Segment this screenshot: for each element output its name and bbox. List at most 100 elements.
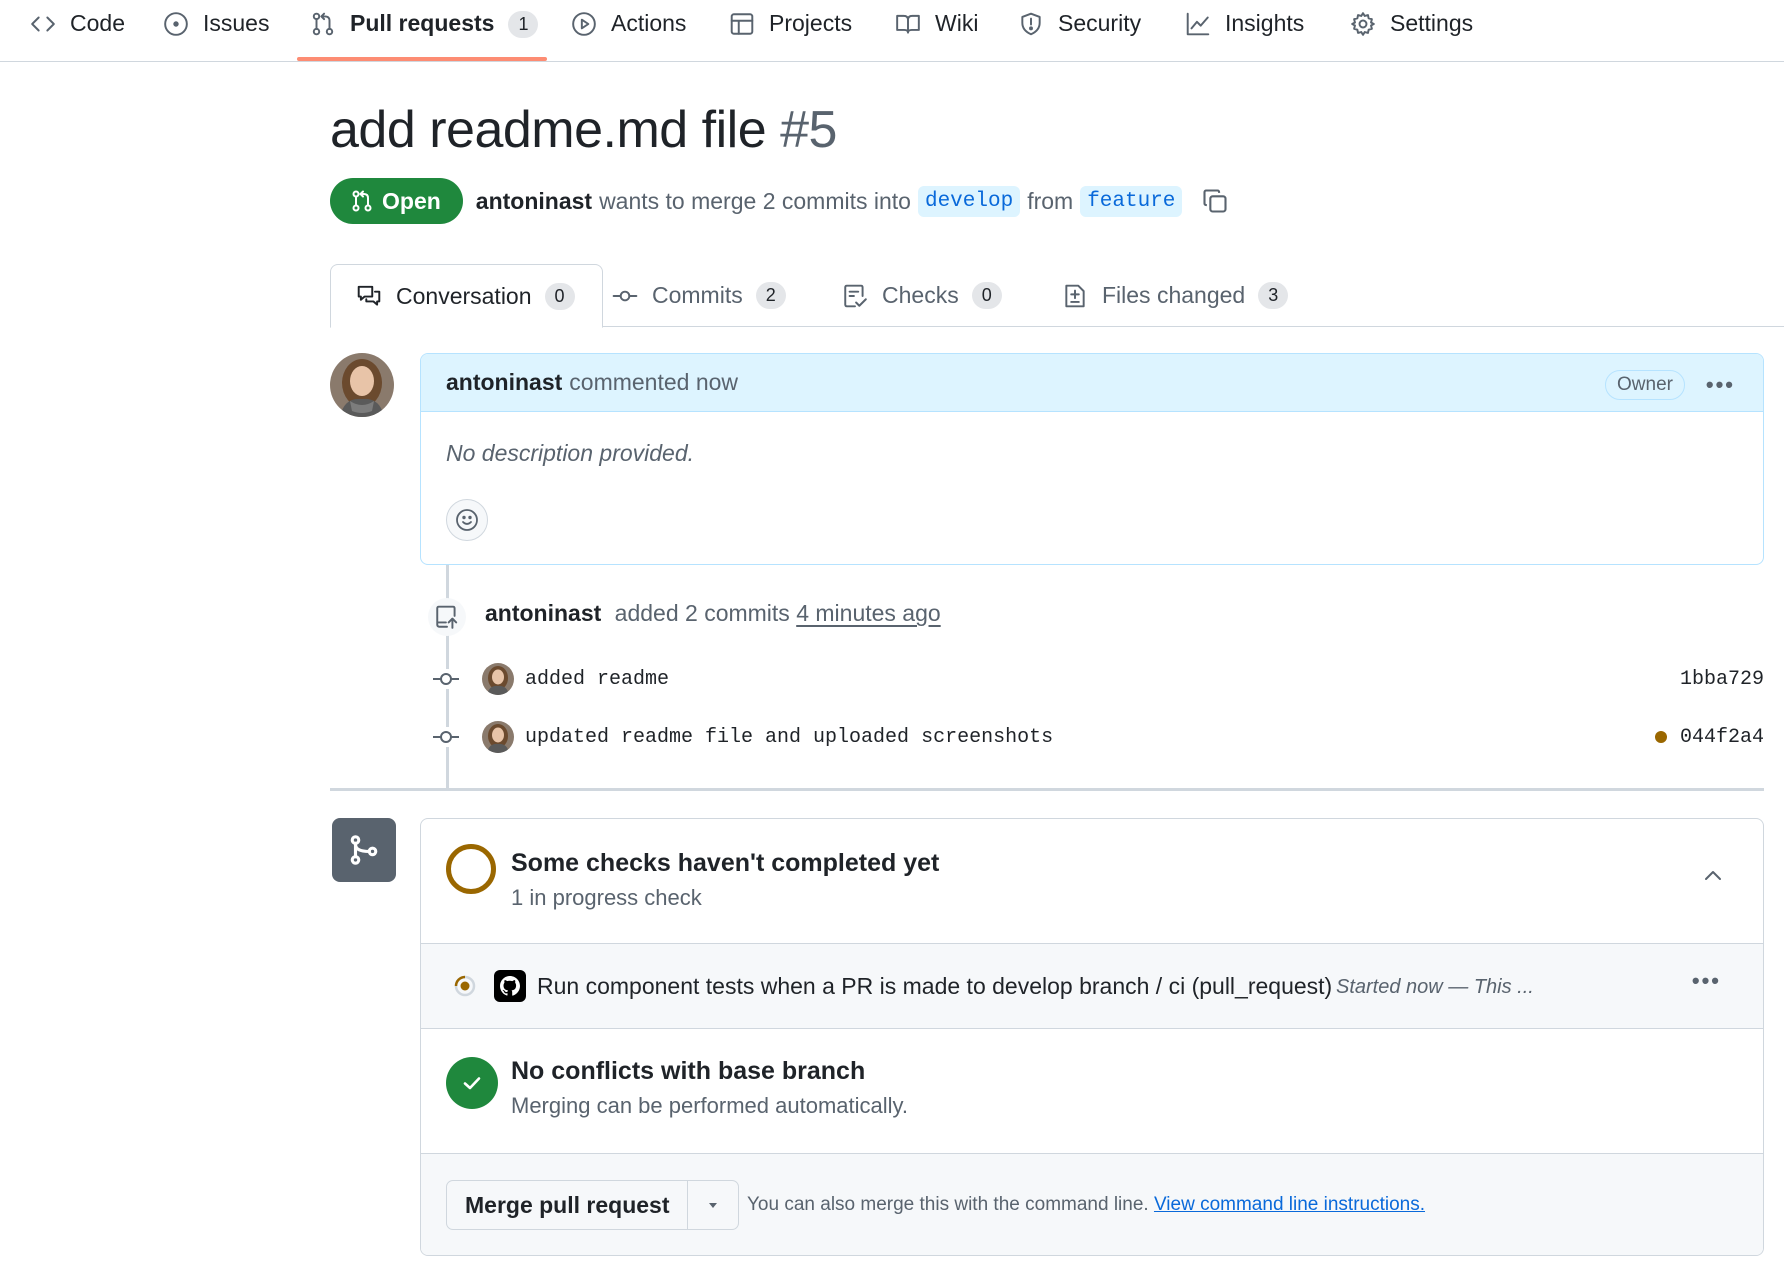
copy-icon[interactable]: [1201, 187, 1229, 215]
tab-checks-label: Checks: [882, 282, 959, 308]
commit-sha-link[interactable]: 1bba729: [1680, 668, 1764, 691]
nav-projects[interactable]: Projects: [729, 0, 852, 62]
avatar[interactable]: [482, 721, 514, 753]
comment-author-link[interactable]: antoninast: [446, 369, 562, 396]
nav-code-label: Code: [70, 10, 125, 36]
commit-message-link[interactable]: added readme: [525, 668, 669, 691]
table-icon: [730, 13, 754, 35]
event-time-link[interactable]: 4 minutes ago: [796, 600, 940, 626]
avatar[interactable]: [482, 663, 514, 695]
chevron-up-icon[interactable]: [1701, 864, 1725, 888]
cli-hint: You can also merge this with the command…: [747, 1194, 1425, 1216]
nav-projects-label: Projects: [769, 10, 853, 36]
merge-method-dropdown[interactable]: [688, 1181, 738, 1229]
commit-icon: [430, 669, 462, 689]
smiley-icon: [456, 509, 478, 531]
event-action: added 2 commits: [614, 600, 790, 626]
conflicts-summary: No conflicts with base branch Merging ca…: [421, 1029, 1763, 1154]
tab-files-changed[interactable]: Files changed 3: [1062, 264, 1289, 327]
commit-row: updated readme file and uploaded screens…: [430, 718, 1764, 756]
git-merge-icon: [350, 835, 378, 865]
nav-issues-label: Issues: [203, 10, 270, 36]
commit-row: added readme 1bba729: [430, 660, 1764, 698]
tab-conversation-count: 0: [544, 282, 575, 310]
owner-badge: Owner: [1605, 370, 1685, 400]
head-branch[interactable]: feature: [1080, 185, 1183, 217]
tab-commits-count: 2: [755, 282, 786, 309]
check-run-status: Started now — This ...: [1336, 976, 1534, 998]
status-badge: Open: [330, 178, 463, 224]
tab-conversation[interactable]: Conversation 0: [330, 264, 603, 328]
github-logo-icon: [494, 970, 526, 1002]
pull-requests-count: 1: [508, 11, 539, 38]
nav-actions[interactable]: Actions: [571, 0, 686, 62]
nav-wiki[interactable]: Wiki: [895, 0, 978, 62]
commit-message-link[interactable]: updated readme file and uploaded screens…: [525, 726, 1053, 749]
nav-security-label: Security: [1058, 10, 1142, 36]
nav-pull-requests[interactable]: Pull requests 1: [310, 0, 539, 62]
add-reaction-button[interactable]: [446, 499, 488, 541]
check-options-icon[interactable]: •••: [1692, 968, 1721, 994]
from-text: from: [1027, 187, 1074, 214]
nav-actions-label: Actions: [611, 10, 687, 36]
merge-box: Some checks haven't completed yet 1 in p…: [420, 818, 1764, 1256]
page-title: add readme.md file #5: [330, 100, 837, 160]
event-author-link[interactable]: antoninast: [485, 600, 601, 626]
tab-commits[interactable]: Commits 2: [612, 264, 786, 327]
code-icon: [31, 16, 55, 32]
comment-timestamp: commented now: [569, 369, 739, 395]
comment-discussion-icon: [357, 285, 381, 306]
active-nav-underline: [297, 57, 547, 61]
merge-text: wants to merge 2 commits into: [599, 187, 911, 214]
commit-sha-link[interactable]: 044f2a4: [1654, 725, 1764, 749]
pull-request-icon: [352, 190, 372, 212]
pull-request-icon: [312, 12, 334, 36]
commit-sha: 1bba729: [1679, 667, 1764, 691]
checks-subheading: 1 in progress check: [511, 885, 702, 910]
triangle-down-icon: [709, 1203, 718, 1208]
merge-pull-request-button[interactable]: Merge pull request: [447, 1181, 689, 1229]
tab-files-changed-label: Files changed: [1102, 282, 1246, 308]
cli-hint-text: You can also merge this with the command…: [747, 1194, 1149, 1215]
avatar[interactable]: [330, 353, 394, 417]
shield-icon: [1021, 12, 1041, 36]
repo-nav: Code Issues Pull requests 1 Actions Proj…: [0, 0, 1784, 62]
conflicts-heading: No conflicts with base branch: [511, 1057, 866, 1085]
nav-code[interactable]: Code: [30, 0, 125, 62]
checks-heading: Some checks haven't completed yet: [511, 849, 940, 877]
tab-checks-count: 0: [971, 282, 1002, 309]
pr-author-link[interactable]: antoninast: [476, 188, 592, 215]
comment-options-icon[interactable]: •••: [1706, 372, 1735, 398]
check-circle-icon: [446, 1057, 498, 1109]
conflicts-subheading: Merging can be performed automatically.: [511, 1093, 909, 1118]
pending-status-dot[interactable]: [1654, 731, 1667, 743]
tab-conversation-label: Conversation: [396, 282, 532, 309]
repo-push-icon: [436, 605, 458, 629]
avatar-image: [330, 353, 394, 417]
nav-issues[interactable]: Issues: [163, 0, 269, 62]
pr-number: #5: [780, 101, 837, 159]
file-diff-icon: [1065, 284, 1085, 307]
nav-wiki-label: Wiki: [935, 10, 979, 36]
pr-title-text: add readme.md file: [330, 101, 767, 159]
check-run-row[interactable]: Run component tests when a PR is made to…: [421, 944, 1763, 1029]
tab-checks[interactable]: Checks 0: [842, 264, 1002, 327]
commit-sha: 044f2a4: [1679, 725, 1764, 749]
book-icon: [896, 14, 920, 34]
checks-summary[interactable]: Some checks haven't completed yet 1 in p…: [421, 819, 1763, 944]
nav-settings[interactable]: Settings: [1350, 0, 1473, 62]
check-run-name: Run component tests when a PR is made to…: [537, 973, 1333, 999]
pending-ring-icon: [446, 844, 496, 894]
nav-insights[interactable]: Insights: [1185, 0, 1304, 62]
tab-files-changed-count: 3: [1258, 282, 1289, 309]
issue-icon: [164, 12, 188, 36]
play-icon: [572, 12, 596, 36]
merge-status-icon: [332, 818, 396, 882]
cli-instructions-link[interactable]: View command line instructions.: [1154, 1194, 1425, 1215]
tab-commits-label: Commits: [652, 282, 743, 308]
nav-security[interactable]: Security: [1018, 0, 1141, 62]
pr-state-row: Open antoninast wants to merge 2 commits…: [330, 178, 1229, 224]
in-progress-icon: [454, 975, 476, 997]
base-branch[interactable]: develop: [917, 185, 1021, 217]
pr-comment: antoninast commented now Owner ••• No de…: [420, 353, 1764, 565]
